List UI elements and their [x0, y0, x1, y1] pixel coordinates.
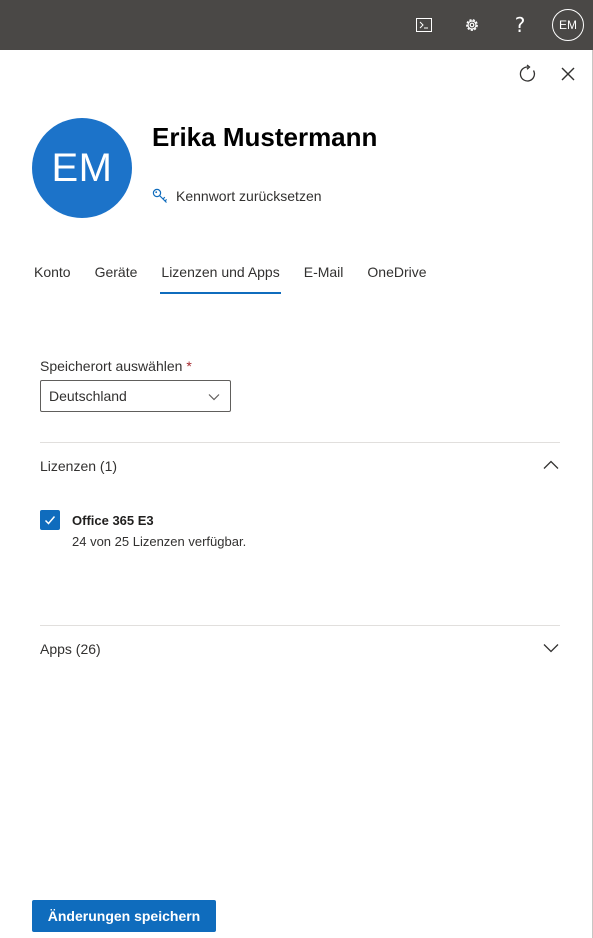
checkmark-icon — [44, 516, 56, 525]
location-dropdown[interactable]: Deutschland — [40, 380, 231, 412]
key-icon — [152, 188, 168, 204]
account-avatar[interactable]: EM — [552, 9, 584, 41]
license-checkbox[interactable] — [40, 510, 60, 530]
terminal-icon[interactable] — [412, 0, 436, 50]
reset-password-label: Kennwort zurücksetzen — [176, 188, 322, 204]
license-availability: 24 von 25 Lizenzen verfügbar. — [72, 534, 247, 549]
tab-konto[interactable]: Konto — [22, 256, 83, 294]
license-name: Office 365 E3 — [72, 513, 154, 528]
reset-password-link[interactable]: Kennwort zurücksetzen — [152, 186, 322, 206]
chevron-up-icon[interactable] — [542, 456, 560, 474]
user-display-name: Erika Mustermann — [152, 122, 378, 152]
divider — [40, 625, 560, 626]
licenses-section-title[interactable]: Lizenzen (1) — [40, 458, 117, 474]
tab-onedrive[interactable]: OneDrive — [355, 256, 438, 294]
top-bar: ? EM — [0, 0, 593, 50]
tab-bar: Konto Geräte Lizenzen und Apps E-Mail On… — [22, 256, 439, 294]
apps-section-title[interactable]: Apps (26) — [40, 641, 101, 657]
refresh-icon[interactable] — [518, 64, 538, 84]
gear-icon[interactable] — [460, 0, 484, 50]
required-marker: * — [186, 358, 192, 374]
location-label-text: Speicherort auswählen — [40, 358, 183, 374]
chevron-down-icon — [208, 390, 220, 402]
location-label: Speicherort auswählen * — [40, 358, 192, 374]
help-icon[interactable]: ? — [508, 0, 532, 50]
close-icon[interactable] — [560, 66, 576, 82]
tab-geraete[interactable]: Geräte — [83, 256, 150, 294]
tab-lizenzen-und-apps[interactable]: Lizenzen und Apps — [149, 256, 291, 294]
tab-email[interactable]: E-Mail — [292, 256, 356, 294]
chevron-down-icon[interactable] — [542, 639, 560, 657]
user-details-panel: EM Erika Mustermann Kennwort zurücksetze… — [0, 50, 593, 938]
divider — [40, 442, 560, 443]
save-button[interactable]: Änderungen speichern — [32, 900, 216, 932]
location-dropdown-value: Deutschland — [49, 388, 127, 404]
user-avatar: EM — [32, 118, 132, 218]
